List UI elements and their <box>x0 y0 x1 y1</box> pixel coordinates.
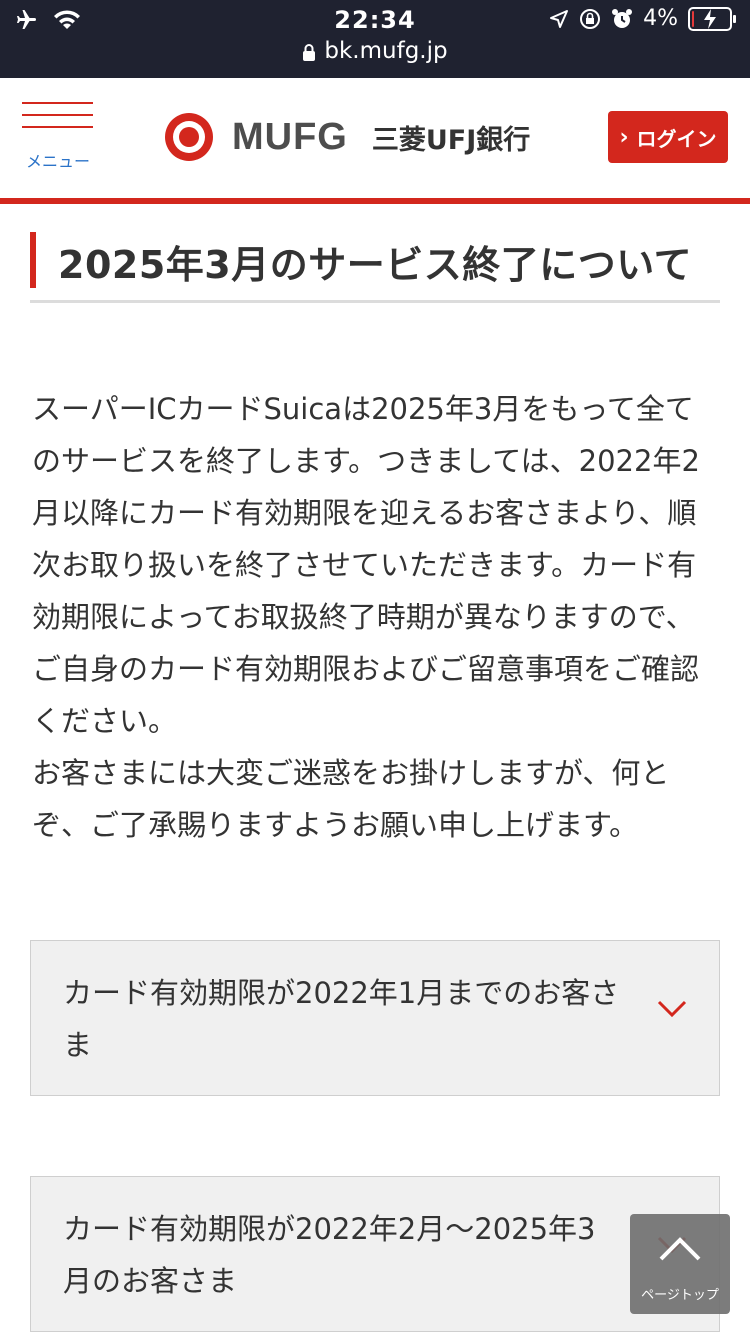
menu-icon-bar <box>22 114 93 116</box>
accordion-label: カード有効期限が2022年1月までのお客さま <box>63 976 620 1062</box>
alarm-icon <box>612 8 633 28</box>
battery-percent: 4% <box>643 6 678 31</box>
login-button[interactable]: › ログイン <box>608 111 728 163</box>
menu-icon <box>22 102 93 104</box>
location-icon <box>550 9 569 28</box>
title-accent-bar <box>30 232 36 288</box>
site-header: メニュー MUFG 三菱UFJ銀行 › ログイン <box>0 78 750 198</box>
accordion-label: カード有効期限が2022年2月～2025年3月のお客さま <box>63 1212 596 1298</box>
page-title: 2025年3月のサービス終了について <box>58 243 693 287</box>
logo-text: MUFG <box>232 115 348 158</box>
chevron-down-icon <box>657 1000 687 1018</box>
menu-icon-bar <box>22 126 93 128</box>
address-bar[interactable]: bk.mufg.jp <box>0 38 750 64</box>
notice-paragraph: スーパーICカードSuicaは2025年3月をもって全てのサービスを終了します。… <box>32 392 700 738</box>
page-title-block: 2025年3月のサービス終了について <box>30 230 720 303</box>
notice-body: スーパーICカードSuicaは2025年3月をもって全てのサービスを終了します。… <box>32 383 722 851</box>
lock-icon <box>303 43 316 61</box>
accordion-expiry-2022-02-to-2025-03[interactable]: カード有効期限が2022年2月～2025年3月のお客さま <box>30 1176 720 1332</box>
chevron-right-icon: › <box>619 124 629 150</box>
status-right: 4% <box>549 6 736 31</box>
url-text: bk.mufg.jp <box>324 38 448 64</box>
page-top-button[interactable]: ページトップ <box>630 1214 730 1314</box>
notice-paragraph: お客さまには大変ご迷惑をお掛けしますが、何とぞ、ご了承賜りますようお願い申し上げ… <box>32 756 670 842</box>
accordion-expiry-until-2022-01[interactable]: カード有効期限が2022年1月までのお客さま <box>30 940 720 1096</box>
battery-icon <box>688 6 736 31</box>
site-logo[interactable]: MUFG 三菱UFJ銀行 <box>158 112 530 162</box>
menu-label: メニュー <box>25 152 90 171</box>
page-top-label: ページトップ <box>641 1288 719 1303</box>
mufg-logo-icon <box>165 113 213 161</box>
status-bar: 22:34 4% bk.mufg.jp <box>0 0 750 78</box>
rotation-lock-icon <box>580 8 601 29</box>
bank-name: 三菱UFJ銀行 <box>371 124 531 156</box>
menu-button[interactable]: メニュー <box>22 102 94 171</box>
login-label: ログイン <box>636 126 717 151</box>
header-divider <box>0 198 750 204</box>
chevron-up-icon <box>659 1237 701 1261</box>
battery-level <box>692 10 694 27</box>
